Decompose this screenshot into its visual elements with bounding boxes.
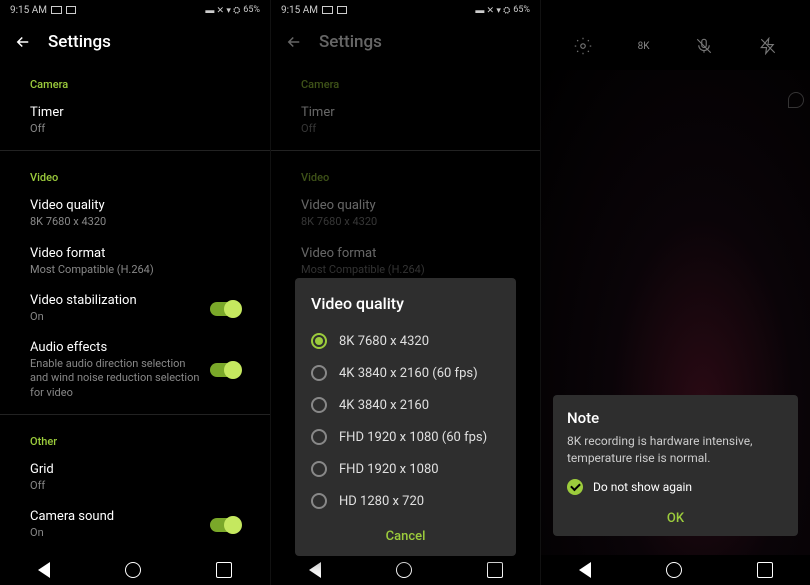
navbar bbox=[0, 555, 270, 585]
setting-video-quality: Video quality 8K 7680 x 4320 bbox=[271, 190, 540, 237]
section-video: Video bbox=[0, 157, 270, 190]
toggle-camera-sound[interactable] bbox=[210, 518, 240, 532]
back-icon[interactable] bbox=[14, 33, 32, 51]
back-icon bbox=[285, 33, 303, 51]
status-bar: 9:15 AM ▬ ✕ ▾ ⛭ 65% bbox=[0, 0, 270, 20]
section-other: Other bbox=[0, 421, 270, 454]
nav-back-icon[interactable] bbox=[309, 562, 321, 578]
setting-timer[interactable]: Timer Off bbox=[0, 97, 270, 144]
dont-show-label: Do not show again bbox=[593, 480, 692, 494]
radio-icon bbox=[311, 365, 327, 381]
mail-icon bbox=[51, 6, 62, 14]
radio-icon bbox=[311, 429, 327, 445]
divider bbox=[271, 150, 540, 151]
mail-icon bbox=[322, 6, 333, 14]
option-4k-60[interactable]: 4K 3840 x 2160 (60 fps) bbox=[311, 357, 500, 389]
setting-video-stabilization[interactable]: Video stabilization On bbox=[0, 285, 270, 332]
note-title: Note bbox=[567, 409, 784, 427]
settings-panel-2: 9:15 AM ▬ ✕ ▾ ⛭ 65% Settings Camera Time… bbox=[270, 0, 540, 585]
radio-icon bbox=[311, 333, 327, 349]
section-video: Video bbox=[271, 157, 540, 190]
divider bbox=[0, 414, 270, 415]
radio-icon bbox=[311, 461, 327, 477]
checkmark-icon bbox=[567, 479, 583, 495]
header: Settings bbox=[271, 20, 540, 64]
status-bar: 9:15 AM ▬ ✕ ▾ ⛭ 65% bbox=[271, 0, 540, 20]
setting-timer: Timer Off bbox=[271, 97, 540, 144]
header: Settings bbox=[0, 20, 270, 64]
status-time: 9:15 AM bbox=[10, 5, 47, 16]
section-camera: Camera bbox=[271, 64, 540, 97]
dialog-title: Video quality bbox=[311, 294, 500, 313]
option-4k[interactable]: 4K 3840 x 2160 bbox=[311, 389, 500, 421]
navbar bbox=[541, 555, 810, 585]
settings-icon[interactable] bbox=[574, 37, 592, 55]
nav-back-icon[interactable] bbox=[579, 562, 591, 578]
network-icons: ▬ ✕ ▾ ⛭ bbox=[205, 5, 240, 16]
note-body: 8K recording is hardware intensive, temp… bbox=[567, 433, 784, 467]
dialog-cancel-button[interactable]: Cancel bbox=[311, 517, 500, 548]
page-title: Settings bbox=[48, 32, 111, 52]
toggle-stabilization[interactable] bbox=[210, 302, 240, 316]
camera-toolbar: 8K bbox=[541, 26, 810, 66]
battery-text: 65% bbox=[513, 5, 530, 15]
nav-recent-icon[interactable] bbox=[757, 562, 773, 578]
video-quality-dialog: Video quality 8K 7680 x 4320 4K 3840 x 2… bbox=[295, 278, 516, 556]
option-fhd[interactable]: FHD 1920 x 1080 bbox=[311, 453, 500, 485]
nav-home-icon[interactable] bbox=[396, 562, 412, 578]
section-camera: Camera bbox=[0, 64, 270, 97]
option-fhd-60[interactable]: FHD 1920 x 1080 (60 fps) bbox=[311, 421, 500, 453]
radio-icon bbox=[311, 397, 327, 413]
nav-back-icon[interactable] bbox=[38, 562, 50, 578]
setting-video-quality[interactable]: Video quality 8K 7680 x 4320 bbox=[0, 190, 270, 237]
nav-recent-icon[interactable] bbox=[487, 562, 503, 578]
battery-text: 65% bbox=[243, 5, 260, 15]
nav-recent-icon[interactable] bbox=[216, 562, 232, 578]
network-icons: ▬ ✕ ▾ ⛭ bbox=[475, 5, 510, 16]
setting-audio-effects[interactable]: Audio effects Enable audio direction sel… bbox=[0, 332, 270, 408]
toggle-audio[interactable] bbox=[210, 363, 240, 377]
screenshot-icon bbox=[66, 6, 76, 14]
note-dialog: Note 8K recording is hardware intensive,… bbox=[553, 395, 798, 536]
option-8k[interactable]: 8K 7680 x 4320 bbox=[311, 325, 500, 357]
divider bbox=[0, 150, 270, 151]
navbar bbox=[271, 555, 540, 585]
setting-camera-sound[interactable]: Camera sound On bbox=[0, 501, 270, 548]
camera-panel: 8K Note 8K recording is hardware intensi… bbox=[540, 0, 810, 585]
screenshot-icon bbox=[337, 6, 347, 14]
status-time: 9:15 AM bbox=[281, 5, 318, 16]
nav-home-icon[interactable] bbox=[125, 562, 141, 578]
note-ok-button[interactable]: OK bbox=[567, 503, 784, 528]
mic-off-icon[interactable] bbox=[695, 37, 713, 55]
quality-badge[interactable]: 8K bbox=[638, 41, 650, 52]
dont-show-checkbox[interactable]: Do not show again bbox=[567, 479, 784, 495]
settings-panel-1: 9:15 AM ▬ ✕ ▾ ⛭ 65% Settings Camera Time… bbox=[0, 0, 270, 585]
option-hd[interactable]: HD 1280 x 720 bbox=[311, 485, 500, 517]
setting-video-format[interactable]: Video format Most Compatible (H.264) bbox=[0, 238, 270, 285]
radio-icon bbox=[311, 493, 327, 509]
nav-home-icon[interactable] bbox=[666, 562, 682, 578]
page-title: Settings bbox=[319, 32, 382, 52]
flash-off-icon[interactable] bbox=[759, 37, 777, 55]
setting-grid[interactable]: Grid Off bbox=[0, 454, 270, 501]
